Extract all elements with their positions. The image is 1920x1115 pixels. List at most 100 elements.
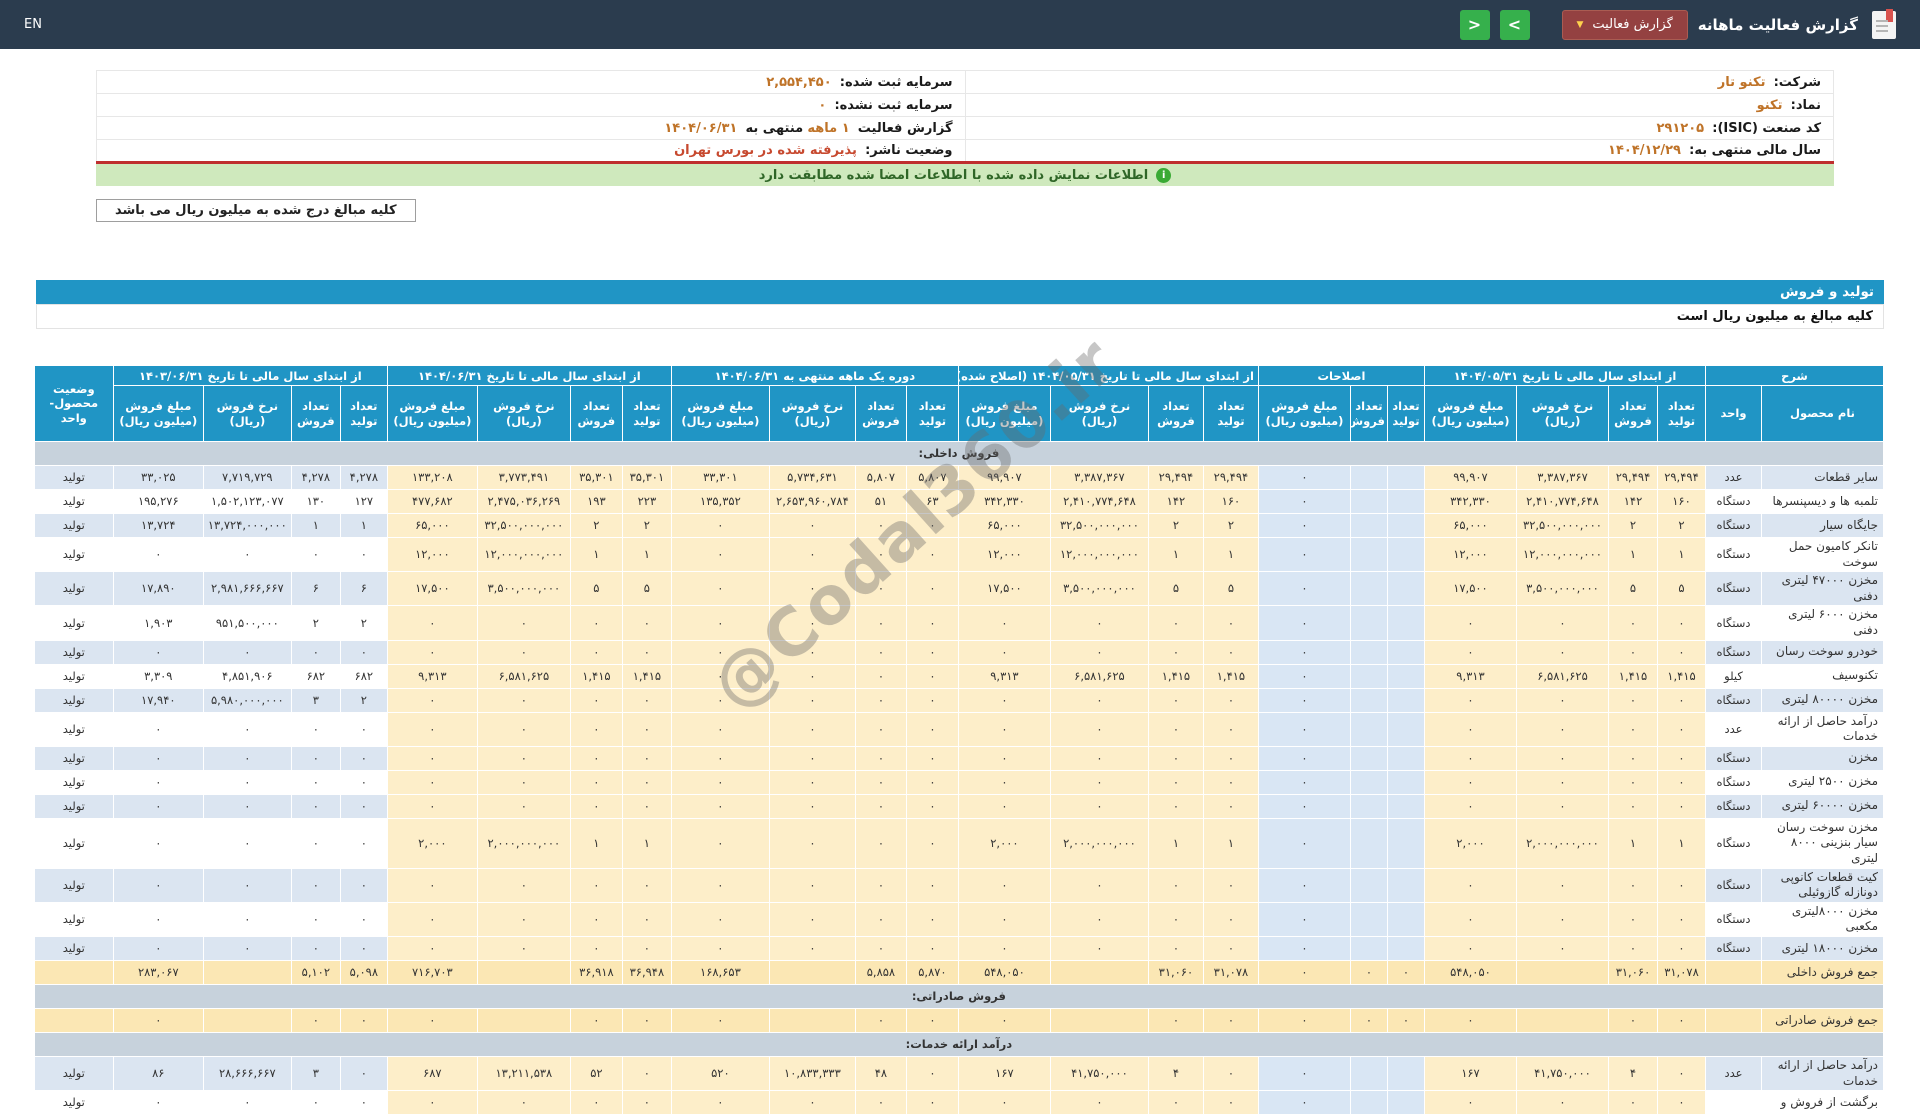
report-period-date: ۱۴۰۴/۰۶/۳۱: [664, 121, 741, 136]
value-cell: ۰: [622, 770, 671, 794]
value-cell: ۱۲۷: [340, 490, 387, 514]
value-cell: ۰: [622, 606, 671, 640]
value-cell: ۲,۰۰۰: [958, 818, 1050, 868]
value-cell: [1387, 794, 1424, 818]
table-row: درآمد حاصل از ارائه خدماتعدد۰۰۰۰۰۰۰۰۰۰۰۰…: [34, 712, 1883, 746]
value-cell: ۱۷,۸۹۰: [113, 572, 203, 606]
product-name-cell: برگشت از فروش و: [1762, 1091, 1884, 1115]
value-cell: ۳,۵۰۰,۰۰۰,۰۰۰: [1050, 572, 1148, 606]
value-cell: ۰: [113, 1008, 203, 1032]
value-cell: ۰: [769, 818, 855, 868]
column-header: نام محصول: [1762, 386, 1884, 442]
unit-cell: دستگاه: [1705, 514, 1761, 538]
unit-cell: دستگاه: [1705, 936, 1761, 960]
value-cell: [1387, 818, 1424, 868]
value-cell: ۳۳,۳۰۱: [671, 466, 769, 490]
value-cell: ۰: [855, 538, 906, 572]
value-cell: ۰: [769, 770, 855, 794]
value-cell: ۱۳۰: [291, 490, 340, 514]
value-cell: ۶۳: [906, 490, 958, 514]
status-cell: تولید: [34, 664, 113, 688]
report-period-cell: گزارش فعالیت ۱ ماهه منتهی به ۱۴۰۴/۰۶/۳۱: [97, 117, 966, 140]
value-cell: ۰: [1148, 902, 1203, 936]
value-cell: ۰: [906, 1008, 958, 1032]
symbol-value: تکنو: [1757, 98, 1787, 113]
unit-cell: دستگاه: [1705, 572, 1761, 606]
value-cell: ۰: [958, 746, 1050, 770]
value-cell: ۰: [671, 818, 769, 868]
value-cell: ۰: [1657, 902, 1705, 936]
value-cell: ۳: [291, 1056, 340, 1090]
value-cell: ۱,۹۰۳: [113, 606, 203, 640]
value-cell: ۵,۸۷۰: [906, 960, 958, 984]
unit-cell: [1705, 1091, 1761, 1115]
value-cell: [1350, 712, 1387, 746]
language-toggle[interactable]: EN: [24, 17, 42, 32]
value-cell: ۰: [1258, 818, 1350, 868]
value-cell: ۱: [1203, 818, 1258, 868]
fiscal-year-cell: سال مالی منتهی به: ۱۴۰۴/۱۲/۲۹: [965, 140, 1834, 163]
value-cell: ۱: [570, 538, 622, 572]
value-cell: ۴,۲۷۸: [291, 466, 340, 490]
value-cell: ۰: [906, 746, 958, 770]
value-cell: [1350, 902, 1387, 936]
value-cell: ۱: [622, 538, 671, 572]
value-cell: ۰: [113, 538, 203, 572]
next-report-button[interactable]: >: [1500, 10, 1530, 40]
value-cell: ۰: [1424, 1008, 1516, 1032]
value-cell: ۰: [671, 664, 769, 688]
value-cell: [477, 960, 570, 984]
column-header: نرخ فروش (ریال): [203, 386, 291, 442]
value-cell: ۱: [291, 514, 340, 538]
value-cell: ۰: [113, 794, 203, 818]
value-cell: ۰: [1203, 770, 1258, 794]
value-cell: ۰: [769, 514, 855, 538]
value-cell: ۰: [1258, 1008, 1350, 1032]
value-cell: [1387, 490, 1424, 514]
product-name-cell: تانکر کامیون حمل سوخت: [1762, 538, 1884, 572]
value-cell: ۰: [622, 902, 671, 936]
value-cell: ۰: [1203, 1056, 1258, 1090]
value-cell: ۰: [203, 868, 291, 902]
value-cell: ۲۸,۶۶۶,۶۶۷: [203, 1056, 291, 1090]
unregistered-capital-label: سرمایه ثبت نشده:: [834, 98, 952, 113]
report-type-dropdown[interactable]: گزارش فعالیت ▼: [1562, 10, 1688, 40]
value-cell: ۰: [1050, 902, 1148, 936]
unit-cell: دستگاه: [1705, 868, 1761, 902]
value-cell: ۰: [906, 712, 958, 746]
value-cell: ۰: [906, 664, 958, 688]
registered-capital-value: ۲,۵۵۴,۴۵۰: [766, 75, 835, 90]
value-cell: ۵: [622, 572, 671, 606]
value-cell: [1350, 606, 1387, 640]
report-period-label: گزارش فعالیت: [858, 121, 953, 136]
value-cell: ۰: [671, 902, 769, 936]
production-sales-table: شرحاز ابتدای سال مالی تا تاریخ ۱۴۰۴/۰۵/۳…: [34, 365, 1884, 1115]
value-cell: ۰: [570, 868, 622, 902]
value-cell: ۱۲,۰۰۰: [387, 538, 477, 572]
value-cell: ۲: [340, 688, 387, 712]
value-cell: ۰: [387, 640, 477, 664]
value-cell: ۰: [570, 712, 622, 746]
value-cell: ۳۲,۵۰۰,۰۰۰,۰۰۰: [1050, 514, 1148, 538]
value-cell: ۹۹,۹۰۷: [1424, 466, 1516, 490]
value-cell: ۲: [1608, 514, 1657, 538]
value-cell: ۰: [958, 902, 1050, 936]
value-cell: ۳۱,۰۶۰: [1608, 960, 1657, 984]
value-cell: [203, 960, 291, 984]
value-cell: ۵: [1148, 572, 1203, 606]
value-cell: ۰: [1387, 960, 1424, 984]
value-cell: ۰: [291, 712, 340, 746]
previous-report-button[interactable]: <: [1460, 10, 1490, 40]
value-cell: ۰: [203, 818, 291, 868]
value-cell: ۰: [671, 640, 769, 664]
value-cell: ۵۴۸,۰۵۰: [1424, 960, 1516, 984]
value-cell: ۰: [906, 572, 958, 606]
value-cell: ۰: [1424, 794, 1516, 818]
value-cell: ۰: [1148, 868, 1203, 902]
value-cell: [1387, 902, 1424, 936]
value-cell: ۴,۸۵۱,۹۰۶: [203, 664, 291, 688]
value-cell: ۰: [671, 538, 769, 572]
value-cell: ۱۶۰: [1203, 490, 1258, 514]
value-cell: ۰: [1203, 1091, 1258, 1115]
value-cell: ۳: [291, 688, 340, 712]
